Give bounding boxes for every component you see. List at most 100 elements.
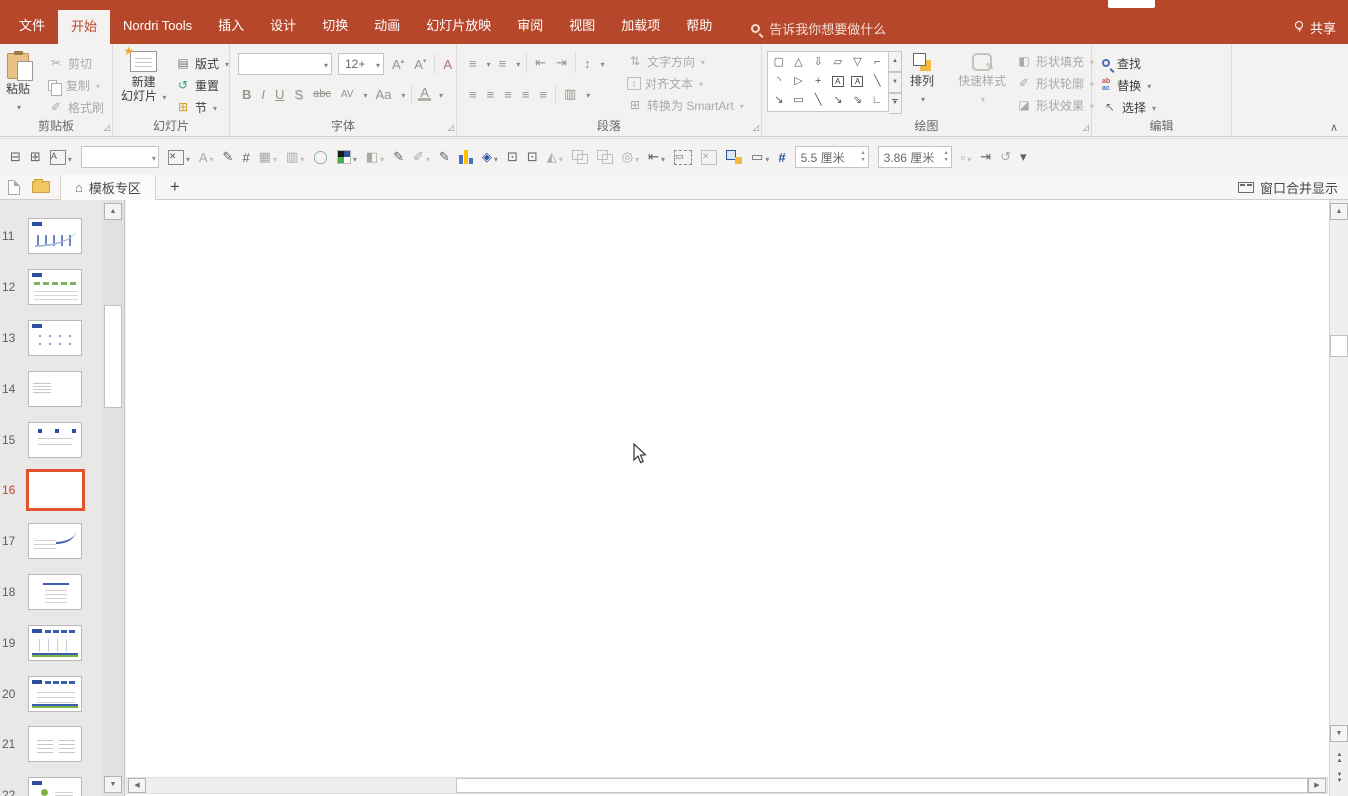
placeholder-tool-icon[interactable]: ✕	[168, 150, 190, 165]
ribbon-tab-0[interactable]: 文件	[6, 10, 58, 41]
decrease-indent-button[interactable]: ⇤	[533, 55, 548, 71]
pentagon-shape[interactable]: ▷	[794, 73, 802, 90]
open-folder-icon[interactable]	[32, 181, 50, 193]
text-pane-icon[interactable]: ▭	[674, 150, 692, 165]
slide-thumbnail[interactable]	[28, 777, 82, 796]
text-shadow-button[interactable]: S	[292, 87, 305, 102]
ribbon-tab-8[interactable]: 审阅	[504, 10, 556, 41]
spinner-arrows[interactable]	[862, 150, 868, 164]
slide-row-17[interactable]: 17	[0, 516, 103, 567]
template-zone-tab[interactable]: ⌂ 模板专区	[60, 175, 156, 200]
vertical-scroll-thumb[interactable]	[1330, 335, 1348, 357]
select-button[interactable]: ↖选择	[1102, 96, 1156, 118]
diagonal-line-shape[interactable]: ╲	[815, 92, 822, 109]
previous-slide-button[interactable]	[1333, 752, 1346, 764]
slide-row-21[interactable]: 21	[0, 719, 103, 770]
slide-row-13[interactable]: 13	[0, 313, 103, 364]
increase-font-size-button[interactable]: A	[390, 57, 406, 72]
section-button[interactable]: ⊞节	[175, 96, 229, 118]
fill-eyedropper-icon[interactable]: ✎	[393, 149, 404, 165]
triangle-shape[interactable]: △	[794, 54, 802, 71]
ribbon-tab-2[interactable]: Nordri Tools	[110, 10, 205, 41]
layout-swap-icon[interactable]: ▥	[286, 149, 304, 165]
ribbon-tab-3[interactable]: 插入	[205, 10, 257, 41]
slide-thumbnail[interactable]	[28, 422, 82, 458]
combine-shapes-icon[interactable]: ◎	[622, 149, 639, 165]
new-slide-button[interactable]: 新建幻灯片	[121, 44, 166, 118]
horizontal-scrollbar[interactable]	[126, 777, 1328, 794]
slide-row-11[interactable]: 11	[0, 211, 103, 262]
slide-row-22[interactable]: 22	[0, 770, 103, 796]
size-position-icon[interactable]: ▭	[751, 149, 769, 165]
line-shape[interactable]: ╲	[874, 73, 881, 90]
spinner-arrows[interactable]	[945, 150, 951, 164]
vertical-scrollbar[interactable]	[1329, 200, 1348, 796]
height-spinner[interactable]: 3.86 厘米	[878, 146, 952, 168]
increase-indent-button[interactable]: ⇥	[554, 55, 569, 71]
align-distribute-icon[interactable]: ⊟	[10, 149, 21, 165]
font-tool-icon[interactable]: A	[199, 150, 214, 165]
shape-style-icon[interactable]: ▫	[961, 150, 972, 165]
align-middle-icon[interactable]: ⊞	[30, 149, 41, 165]
shape-outline-tool-icon[interactable]: ✐	[413, 149, 430, 165]
rectangle-shape[interactable]: ▭	[793, 92, 803, 109]
scroll-down-button[interactable]	[1330, 725, 1348, 742]
theme-colors-icon[interactable]	[337, 150, 357, 165]
ribbon-tab-11[interactable]: 帮助	[673, 10, 725, 41]
justify-button[interactable]: ≡	[520, 87, 532, 102]
shapes-more-button[interactable]	[889, 93, 902, 114]
slide-thumbnail[interactable]	[28, 320, 82, 356]
panel-scroll-thumb[interactable]	[104, 305, 122, 408]
double-arrow-shape[interactable]: ⇘	[853, 92, 862, 109]
rounded-rectangle-shape[interactable]: ▢	[774, 54, 784, 71]
crop-tool-icon[interactable]: ⊡	[507, 149, 518, 165]
new-tab-button[interactable]: +	[156, 177, 194, 197]
distribute-text-button[interactable]: ≡	[537, 87, 549, 102]
inverted-triangle-shape[interactable]: ▽	[853, 54, 861, 71]
vertical-text-box-shape[interactable]: A	[851, 76, 863, 87]
font-size-combo[interactable]: 12+	[338, 53, 384, 75]
ribbon-tab-10[interactable]: 加载项	[608, 10, 673, 41]
text-box-shape[interactable]: A	[832, 76, 844, 87]
ribbon-tab-9[interactable]: 视图	[556, 10, 608, 41]
slide-row-20[interactable]: 20	[0, 668, 103, 719]
outline-eyedropper-icon[interactable]: ✎	[439, 149, 450, 165]
text-eyedropper-icon[interactable]: ✎	[223, 149, 234, 165]
ribbon-tab-5[interactable]: 切换	[309, 10, 361, 41]
replace-button[interactable]: abac替换	[1102, 74, 1156, 96]
delete-tool-icon[interactable]: ✕	[701, 150, 717, 165]
elbow-connector-shape[interactable]: ∟	[872, 92, 883, 109]
reset-picture-icon[interactable]: ↺	[1000, 149, 1011, 165]
slide-thumbnail[interactable]	[28, 726, 82, 762]
collapse-ribbon-button[interactable]	[1330, 121, 1338, 134]
format-painter-button[interactable]: ✐格式刷	[48, 96, 104, 118]
tell-me-search[interactable]: 告诉我你想要做什么	[751, 13, 886, 44]
style-combo[interactable]	[81, 146, 159, 168]
picture-tool-icon[interactable]: ▦	[259, 149, 277, 165]
paragraph-dialog-launcher[interactable]: ◿	[753, 124, 759, 132]
merge-windows-button[interactable]: 窗口合并显示	[1238, 178, 1348, 197]
slide-thumbnail[interactable]	[28, 371, 82, 407]
ribbon-tab-1[interactable]: 开始	[58, 10, 110, 44]
ungroup-icon[interactable]	[597, 150, 613, 164]
scroll-right-button[interactable]	[1308, 778, 1326, 793]
panel-scrollbar[interactable]	[103, 200, 124, 796]
slide-row-16[interactable]: 16	[0, 465, 103, 516]
numbering-button[interactable]: ≡	[497, 56, 509, 71]
arrange-button[interactable]: 排列	[910, 44, 934, 118]
ribbon-tab-4[interactable]: 设计	[257, 10, 309, 41]
columns-button[interactable]: ▥	[562, 86, 578, 102]
text-box-tool-icon[interactable]: A	[50, 150, 72, 165]
snip-corner-shape[interactable]: ⌐	[874, 54, 880, 71]
chart-tool-icon[interactable]	[459, 150, 473, 164]
decrease-font-size-button[interactable]: A	[412, 57, 428, 72]
shapes-scroll-down-button[interactable]	[889, 72, 902, 93]
toolbar-overflow-icon[interactable]: ▾	[1020, 149, 1027, 165]
select-objects-icon[interactable]	[726, 150, 742, 164]
align-center-button[interactable]: ≡	[485, 87, 497, 102]
clear-formatting-button[interactable]: A	[441, 57, 454, 72]
width-spinner[interactable]: 5.5 厘米	[795, 146, 869, 168]
down-arrow-shape[interactable]: ⇩	[814, 54, 823, 71]
slide-thumbnail[interactable]	[28, 523, 82, 559]
reset-button[interactable]: ↺重置	[175, 74, 229, 96]
